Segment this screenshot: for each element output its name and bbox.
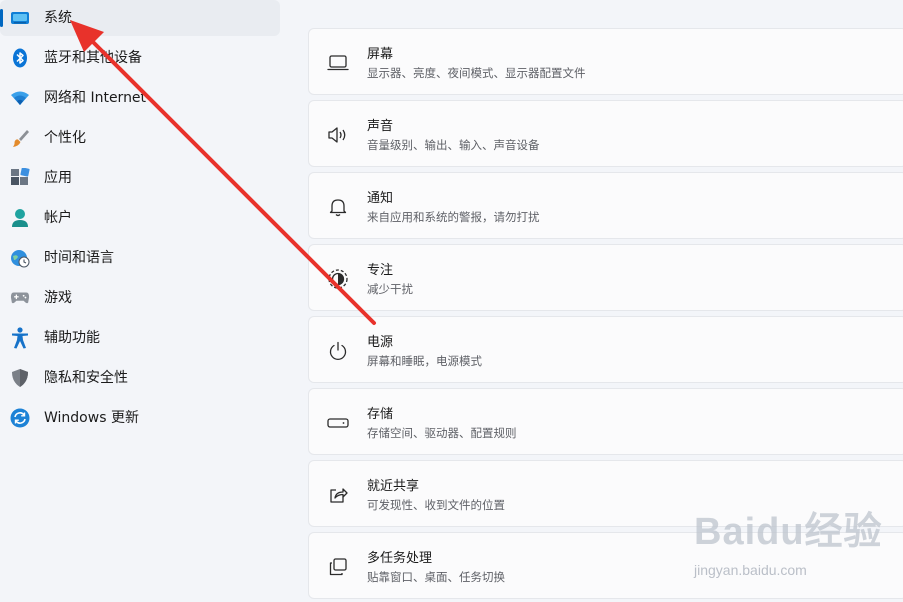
system-settings-panel: 屏幕 显示器、亮度、夜间模式、显示器配置文件 声音 音量级别、输出、输入、声音设…: [0, 0, 903, 602]
settings-card-notifications[interactable]: 通知 来自应用和系统的警报，请勿打扰: [308, 172, 903, 239]
card-subtitle: 可发现性、收到文件的位置: [367, 498, 505, 512]
settings-card-focus[interactable]: 专注 减少干扰: [308, 244, 903, 311]
card-title: 电源: [367, 335, 394, 350]
card-subtitle: 存储空间、驱动器、配置规则: [367, 426, 517, 440]
card-subtitle: 减少干扰: [367, 282, 413, 296]
share-icon: [327, 484, 349, 506]
card-title: 声音: [367, 119, 394, 134]
power-icon: [327, 340, 349, 362]
card-subtitle: 音量级别、输出、输入、声音设备: [367, 138, 540, 152]
card-title: 存储: [367, 407, 394, 422]
settings-card-storage[interactable]: 存储 存储空间、驱动器、配置规则: [308, 388, 903, 455]
settings-card-multitasking[interactable]: 多任务处理 贴靠窗口、桌面、任务切换: [308, 532, 903, 599]
storage-icon: [327, 412, 349, 434]
card-subtitle: 显示器、亮度、夜间模式、显示器配置文件: [367, 66, 586, 80]
display-icon: [327, 52, 349, 74]
card-title: 就近共享: [367, 479, 420, 494]
settings-card-nearby-sharing[interactable]: 就近共享 可发现性、收到文件的位置: [308, 460, 903, 527]
speaker-icon: [327, 124, 349, 146]
card-subtitle: 贴靠窗口、桌面、任务切换: [367, 570, 505, 584]
focus-icon: [327, 268, 349, 290]
card-subtitle: 屏幕和睡眠，电源模式: [367, 354, 482, 368]
card-title: 专注: [367, 263, 394, 278]
card-title: 多任务处理: [367, 551, 433, 566]
card-title: 通知: [367, 191, 394, 206]
bell-icon: [327, 196, 349, 218]
card-title: 屏幕: [367, 47, 394, 62]
multitasking-icon: [327, 556, 349, 578]
settings-card-sound[interactable]: 声音 音量级别、输出、输入、声音设备: [308, 100, 903, 167]
card-subtitle: 来自应用和系统的警报，请勿打扰: [367, 210, 540, 224]
settings-card-power[interactable]: 电源 屏幕和睡眠，电源模式: [308, 316, 903, 383]
settings-card-display[interactable]: 屏幕 显示器、亮度、夜间模式、显示器配置文件: [308, 28, 903, 95]
